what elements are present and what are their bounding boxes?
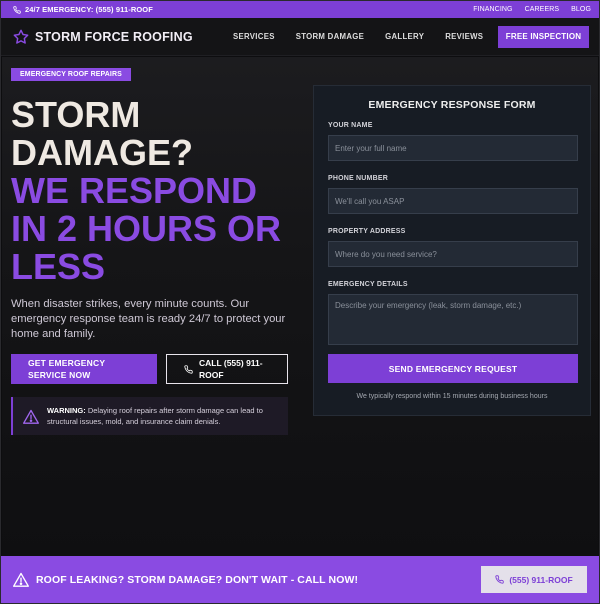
- phone-label: PHONE NUMBER: [328, 175, 388, 182]
- main-nav: STORM FORCE ROOFING SERVICES STORM DAMAG…: [1, 18, 599, 56]
- banner-call-label: (555) 911-ROOF: [509, 574, 573, 585]
- details-textarea[interactable]: [328, 294, 578, 345]
- nav-menu: SERVICES STORM DAMAGE GALLERY REVIEWS: [233, 32, 483, 41]
- phone-icon: [13, 5, 21, 14]
- get-emergency-service-button[interactable]: GET EMERGENCY SERVICE NOW: [11, 354, 157, 384]
- banner-call-button[interactable]: (555) 911-ROOF: [481, 566, 587, 593]
- brand-name: STORM FORCE ROOFING: [35, 29, 193, 44]
- warning-icon: [13, 572, 29, 587]
- nav-item-services[interactable]: SERVICES: [233, 32, 275, 41]
- emergency-badge: EMERGENCY ROOF REPAIRS: [11, 68, 131, 81]
- call-button[interactable]: CALL (555) 911-ROOF: [166, 354, 288, 384]
- headline-line: WE RESPOND: [11, 170, 258, 211]
- banner-message: ROOF LEAKING? STORM DAMAGE? DON'T WAIT -…: [36, 573, 359, 586]
- emergency-phone[interactable]: 24/7 EMERGENCY: (555) 911-ROOF: [13, 5, 153, 14]
- name-field[interactable]: [328, 135, 578, 161]
- emergency-response-form: EMERGENCY RESPONSE FORM YOUR NAME PHONE …: [313, 85, 591, 416]
- link-blog[interactable]: BLOG: [571, 6, 591, 13]
- headline-line: DAMAGE?: [11, 132, 193, 173]
- brand-logo[interactable]: STORM FORCE ROOFING: [13, 29, 233, 45]
- hero-lead-text: When disaster strikes, every minute coun…: [11, 298, 286, 340]
- link-financing[interactable]: FINANCING: [473, 6, 512, 13]
- hero-headline: STORM DAMAGE? WE RESPOND IN 2 HOURS OR L…: [11, 96, 301, 286]
- sticky-call-banner: ROOF LEAKING? STORM DAMAGE? DON'T WAIT -…: [1, 556, 599, 603]
- response-time-note: We typically respond within 15 minutes d…: [356, 393, 548, 400]
- emergency-phone-text: 24/7 EMERGENCY: (555) 911-ROOF: [25, 5, 153, 14]
- warning-box: WARNING: Delaying roof repairs after sto…: [11, 397, 288, 435]
- link-careers[interactable]: CAREERS: [525, 6, 560, 13]
- free-inspection-button[interactable]: FREE INSPECTION: [498, 25, 589, 48]
- warning-icon: [23, 409, 39, 424]
- name-label: YOUR NAME: [328, 122, 373, 129]
- address-label: PROPERTY ADDRESS: [328, 228, 406, 235]
- headline-line: IN 2 HOURS OR: [11, 208, 282, 249]
- warning-title: WARNING:: [47, 406, 86, 415]
- call-button-label: CALL (555) 911-ROOF: [199, 358, 263, 380]
- nav-item-reviews[interactable]: REVIEWS: [445, 32, 483, 41]
- nav-item-gallery[interactable]: GALLERY: [385, 32, 424, 41]
- top-bar: 24/7 EMERGENCY: (555) 911-ROOF FINANCING…: [1, 1, 599, 18]
- form-title: EMERGENCY RESPONSE FORM: [368, 99, 536, 111]
- star-icon: [13, 29, 29, 45]
- send-emergency-request-button[interactable]: SEND EMERGENCY REQUEST: [328, 354, 578, 383]
- warning-text: WARNING: Delaying roof repairs after sto…: [47, 405, 288, 427]
- phone-field[interactable]: [328, 188, 578, 214]
- details-label: EMERGENCY DETAILS: [328, 281, 408, 288]
- headline-line: LESS: [11, 246, 106, 287]
- nav-item-storm-damage[interactable]: STORM DAMAGE: [296, 32, 364, 41]
- utility-links: FINANCING CAREERS BLOG: [473, 6, 591, 13]
- address-field[interactable]: [328, 241, 578, 267]
- phone-icon: [495, 575, 505, 584]
- headline-line: STORM: [11, 94, 141, 135]
- phone-icon: [184, 364, 193, 374]
